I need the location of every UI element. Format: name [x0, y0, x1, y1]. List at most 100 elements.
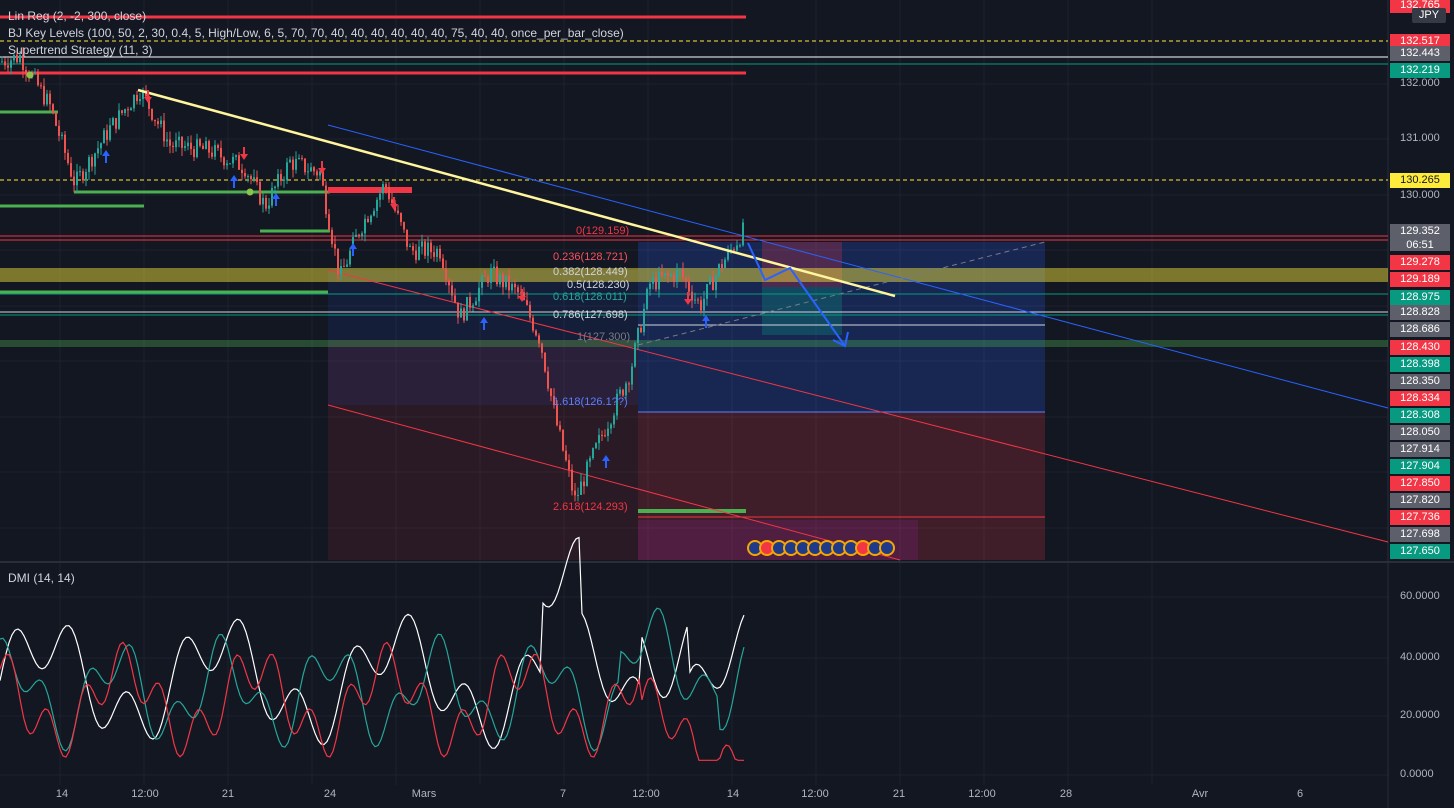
candle-body: [724, 259, 726, 269]
candle-body: [388, 187, 390, 200]
candle-body: [187, 142, 189, 147]
price-chart[interactable]: 0(129.159)0.236(128.721)0.382(128.449)0.…: [0, 0, 1454, 808]
price-label: 130.265: [1390, 173, 1450, 188]
price-label: 129.278: [1390, 255, 1450, 270]
candle-body: [580, 481, 582, 495]
candle-body: [718, 264, 720, 276]
time-tick: Mars: [411, 788, 437, 800]
candle-body: [160, 120, 162, 125]
candle-body: [211, 152, 213, 157]
candle-body: [391, 199, 393, 204]
candle-body: [223, 157, 225, 166]
fib-level-label: 1.618(126.1??): [553, 396, 628, 408]
candle-body: [241, 169, 243, 174]
candle-body: [547, 371, 549, 389]
price-label: 132.443: [1390, 46, 1450, 61]
candle-body: [292, 159, 294, 170]
candle-body: [688, 281, 690, 292]
sell-signal-icon: [390, 197, 398, 210]
candle-body: [541, 343, 543, 353]
candle-body: [439, 248, 441, 259]
candle-body: [97, 148, 99, 154]
candle-body: [64, 134, 66, 153]
candle-body: [658, 272, 660, 290]
candle-body: [178, 136, 180, 141]
candle-body: [544, 352, 546, 372]
currency-badge[interactable]: JPY: [1412, 8, 1446, 23]
candle-body: [190, 142, 192, 150]
candle-body: [667, 273, 669, 276]
candle-body: [139, 99, 141, 102]
candle-body: [673, 274, 675, 282]
candle-body: [340, 266, 342, 275]
price-label: 129.352: [1390, 224, 1450, 239]
candle-body: [166, 139, 168, 142]
candle-body: [115, 118, 117, 129]
candle-body: [334, 244, 336, 249]
candle-body: [346, 264, 348, 267]
channel-zone-red: [328, 340, 638, 560]
legend-linreg[interactable]: Lin Reg (2, -2, 300, close): [8, 9, 146, 23]
candle-body: [514, 283, 516, 288]
candle-body: [676, 269, 678, 282]
time-tick: 21: [221, 788, 235, 800]
price-label: 128.975: [1390, 290, 1450, 305]
candle-body: [304, 158, 306, 173]
candle-body: [682, 268, 684, 278]
candle-body: [511, 283, 513, 291]
candle-body: [343, 266, 345, 268]
candle-body: [250, 176, 252, 180]
fib-level-label: 0.382(128.449): [553, 266, 628, 278]
candle-body: [376, 199, 378, 211]
candle-body: [685, 277, 687, 282]
candle-body: [214, 145, 216, 157]
candle-body: [286, 162, 288, 180]
candle-body: [196, 139, 198, 158]
candle-body: [661, 272, 663, 276]
candle-body: [367, 218, 369, 223]
candle-body: [268, 205, 270, 209]
candle-body: [451, 285, 453, 296]
fib-level-label: 0.618(128.011): [553, 291, 627, 303]
candle-body: [79, 171, 81, 173]
candle-body: [313, 167, 315, 172]
candle-body: [247, 176, 249, 178]
candle-body: [109, 125, 111, 140]
candle-body: [694, 299, 696, 301]
fib-level-label: 0.5(128.230): [567, 279, 629, 291]
candle-body: [721, 264, 723, 269]
price-tick: 131.000: [1400, 132, 1440, 144]
price-label: 127.904: [1390, 459, 1450, 474]
candle-body: [325, 185, 327, 215]
candle-body: [307, 171, 309, 173]
time-tick: 28: [1059, 788, 1073, 800]
candle-body: [52, 104, 54, 113]
candle-body: [421, 241, 423, 247]
candle-body: [235, 155, 237, 157]
candle-body: [490, 268, 492, 283]
candle-body: [712, 277, 714, 291]
price-label: 127.736: [1390, 510, 1450, 525]
candle-body: [649, 283, 651, 289]
candle-body: [595, 443, 597, 449]
candle-body: [70, 163, 72, 177]
candle-body: [736, 245, 738, 251]
candle-body: [646, 288, 648, 309]
candle-body: [574, 490, 576, 496]
candle-body: [424, 241, 426, 256]
candle-body: [670, 274, 672, 276]
candle-body: [274, 186, 276, 189]
candle-body: [184, 146, 186, 148]
candle-body: [289, 159, 291, 163]
price-label: 128.334: [1390, 391, 1450, 406]
legend-supertrend[interactable]: Supertrend Strategy (11, 3): [8, 43, 153, 57]
candle-body: [232, 156, 234, 164]
candle-body: [472, 305, 474, 308]
legend-dmi[interactable]: DMI (14, 14): [8, 571, 75, 585]
candle-body: [592, 448, 594, 459]
legend-keylevels[interactable]: BJ Key Levels (100, 50, 2, 30, 0.4, 5, H…: [8, 26, 624, 40]
candle-body: [379, 193, 381, 200]
dmi-adx-line: [0, 536, 745, 749]
candle-body: [88, 157, 90, 172]
candle-body: [298, 157, 300, 159]
